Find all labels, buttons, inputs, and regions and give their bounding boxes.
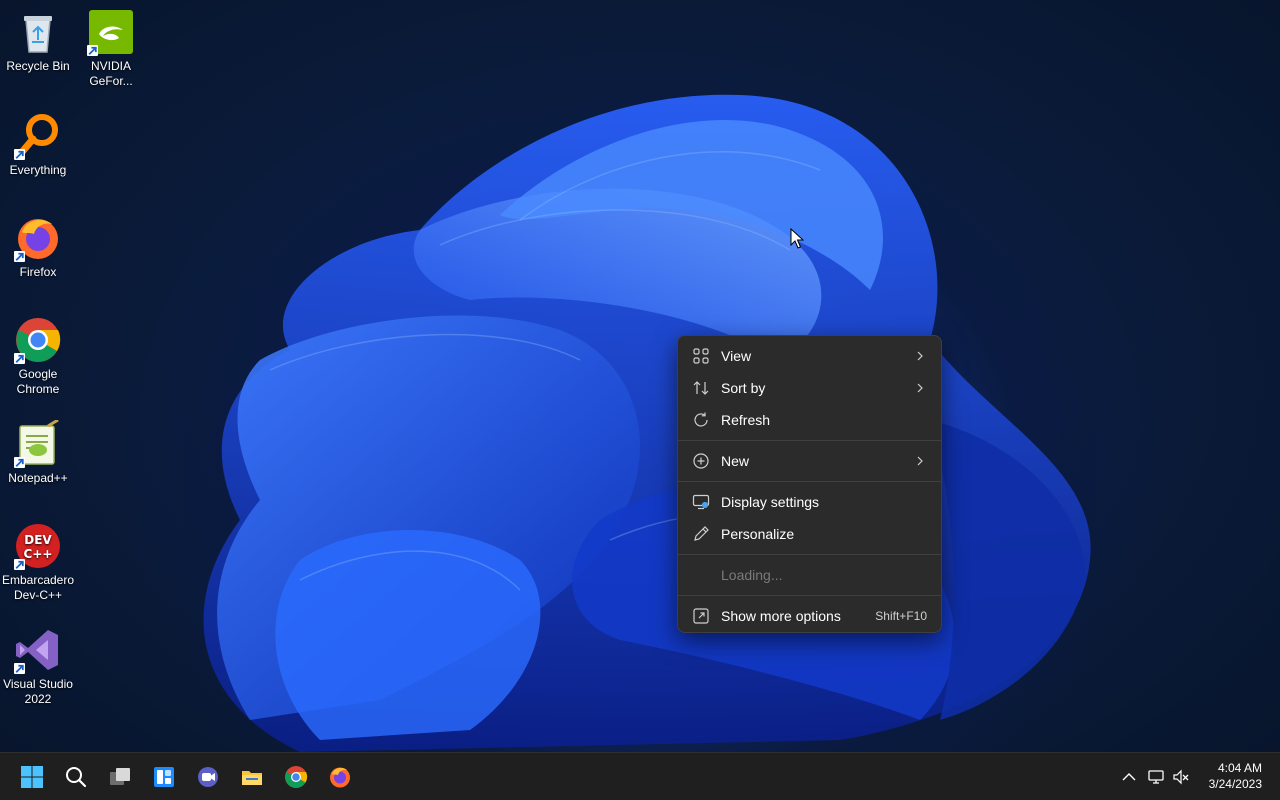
sort-icon bbox=[692, 379, 710, 397]
everything-search-icon bbox=[14, 112, 62, 160]
menu-item-personalize[interactable]: Personalize bbox=[682, 519, 937, 549]
chevron-right-icon bbox=[915, 383, 925, 393]
desktop-icon-label: Google Chrome bbox=[16, 367, 60, 396]
desktop-icon-everything[interactable]: Everything bbox=[0, 112, 76, 178]
mouse-cursor-icon bbox=[790, 227, 805, 250]
widgets-button[interactable] bbox=[148, 761, 180, 793]
search-icon bbox=[66, 767, 87, 788]
menu-item-label: Refresh bbox=[721, 412, 771, 428]
menu-separator bbox=[678, 440, 941, 441]
desktop-icon-label: Embarcadero Dev-C++ bbox=[1, 573, 75, 602]
desktop-icon-recycle-bin[interactable]: Recycle Bin bbox=[0, 8, 76, 74]
plus-circle-icon bbox=[692, 452, 710, 470]
menu-item-new[interactable]: New bbox=[682, 446, 937, 476]
desktop-icon-label: Recycle Bin bbox=[6, 59, 70, 73]
menu-item-sort-by[interactable]: Sort by bbox=[682, 373, 937, 403]
chat-icon bbox=[198, 767, 218, 787]
menu-item-display-settings[interactable]: Display settings bbox=[682, 487, 937, 517]
menu-item-label: Personalize bbox=[721, 526, 795, 542]
chat-button[interactable] bbox=[192, 761, 224, 793]
shortcut-arrow-icon bbox=[14, 663, 25, 674]
svg-text:C++: C++ bbox=[24, 547, 53, 561]
firefox-icon bbox=[330, 767, 350, 788]
chrome-icon bbox=[14, 316, 62, 364]
clock-date: 3/24/2023 bbox=[1208, 777, 1262, 791]
chrome-icon bbox=[285, 766, 308, 788]
start-button[interactable] bbox=[16, 761, 48, 793]
nvidia-geforce-icon bbox=[87, 8, 135, 56]
network-button[interactable] bbox=[1146, 767, 1166, 787]
show-hidden-icons-button[interactable] bbox=[1119, 767, 1139, 787]
menu-item-label: Sort by bbox=[721, 380, 766, 396]
menu-item-label: New bbox=[721, 453, 750, 469]
keyboard-shortcut: Shift+F10 bbox=[875, 609, 927, 623]
firefox-taskbar-button[interactable] bbox=[324, 761, 356, 793]
clock-time: 4:04 AM bbox=[1217, 761, 1262, 775]
desktop-wallpaper[interactable] bbox=[0, 0, 1280, 752]
menu-item-view[interactable]: View bbox=[682, 341, 937, 371]
volume-button[interactable] bbox=[1171, 767, 1191, 787]
menu-item-label: Show more options bbox=[721, 608, 841, 624]
display-settings-icon bbox=[692, 493, 710, 511]
shortcut-arrow-icon bbox=[14, 149, 25, 160]
chevron-up-icon bbox=[1122, 773, 1136, 781]
svg-text:DEV: DEV bbox=[24, 533, 52, 547]
chevron-right-icon bbox=[915, 351, 925, 361]
menu-item-label: Loading... bbox=[721, 567, 783, 583]
notepad-plus-plus-icon bbox=[14, 420, 62, 468]
taskbar-clock[interactable]: 4:04 AM 3/24/2023 bbox=[1192, 760, 1262, 792]
recycle-bin-icon bbox=[14, 8, 62, 56]
refresh-icon bbox=[692, 411, 710, 429]
desktop-icon-label: Firefox bbox=[19, 265, 57, 279]
firefox-icon bbox=[14, 214, 62, 262]
desktop-context-menu: View Sort by Refresh New Display setting… bbox=[677, 335, 942, 633]
menu-separator bbox=[678, 554, 941, 555]
task-view-icon bbox=[110, 768, 130, 785]
search-button[interactable] bbox=[60, 761, 92, 793]
network-icon bbox=[1148, 770, 1164, 784]
menu-item-label: View bbox=[721, 348, 752, 364]
menu-item-refresh[interactable]: Refresh bbox=[682, 405, 937, 435]
start-icon bbox=[21, 766, 43, 788]
file-explorer-icon bbox=[242, 771, 262, 785]
desktop-icon-firefox[interactable]: Firefox bbox=[0, 214, 76, 280]
dev-cpp-icon: DEV C++ bbox=[14, 522, 62, 570]
desktop-icon-label: NVIDIA GeFor... bbox=[89, 59, 133, 88]
task-view-button[interactable] bbox=[104, 761, 136, 793]
volume-muted-icon bbox=[1173, 769, 1189, 785]
desktop-icon-notepad-plus-plus[interactable]: Notepad++ bbox=[0, 420, 76, 486]
shortcut-arrow-icon bbox=[14, 457, 25, 468]
grid-icon bbox=[692, 347, 710, 365]
shortcut-arrow-icon bbox=[14, 353, 25, 364]
chevron-right-icon bbox=[915, 456, 925, 466]
menu-item-label: Display settings bbox=[721, 494, 820, 510]
pen-icon bbox=[692, 525, 710, 543]
taskbar: 4:04 AM 3/24/2023 bbox=[0, 752, 1280, 800]
file-explorer-button[interactable] bbox=[236, 761, 268, 793]
shortcut-arrow-icon bbox=[14, 251, 25, 262]
shortcut-arrow-icon bbox=[87, 45, 98, 56]
menu-item-loading: Loading... bbox=[682, 560, 937, 590]
shortcut-arrow-icon bbox=[14, 559, 25, 570]
desktop-icon-visual-studio[interactable]: Visual Studio 2022 bbox=[0, 626, 76, 707]
widgets-icon bbox=[154, 767, 174, 787]
bloom-wallpaper-art bbox=[203, 94, 1091, 752]
visual-studio-icon bbox=[14, 626, 62, 674]
menu-item-show-more-options[interactable]: Show more options Shift+F10 bbox=[682, 601, 937, 631]
desktop-icon-label: Everything bbox=[9, 163, 67, 177]
menu-separator bbox=[678, 595, 941, 596]
desktop-icon-dev-cpp[interactable]: DEV C++ Embarcadero Dev-C++ bbox=[0, 522, 76, 603]
desktop-icon-label: Notepad++ bbox=[8, 471, 68, 485]
chrome-taskbar-button[interactable] bbox=[280, 761, 312, 793]
desktop-icon-google-chrome[interactable]: Google Chrome bbox=[0, 316, 76, 397]
show-more-icon bbox=[692, 607, 710, 625]
desktop-icon-label: Visual Studio 2022 bbox=[3, 677, 73, 706]
desktop-icon-nvidia-geforce[interactable]: NVIDIA GeFor... bbox=[73, 8, 149, 89]
menu-separator bbox=[678, 481, 941, 482]
